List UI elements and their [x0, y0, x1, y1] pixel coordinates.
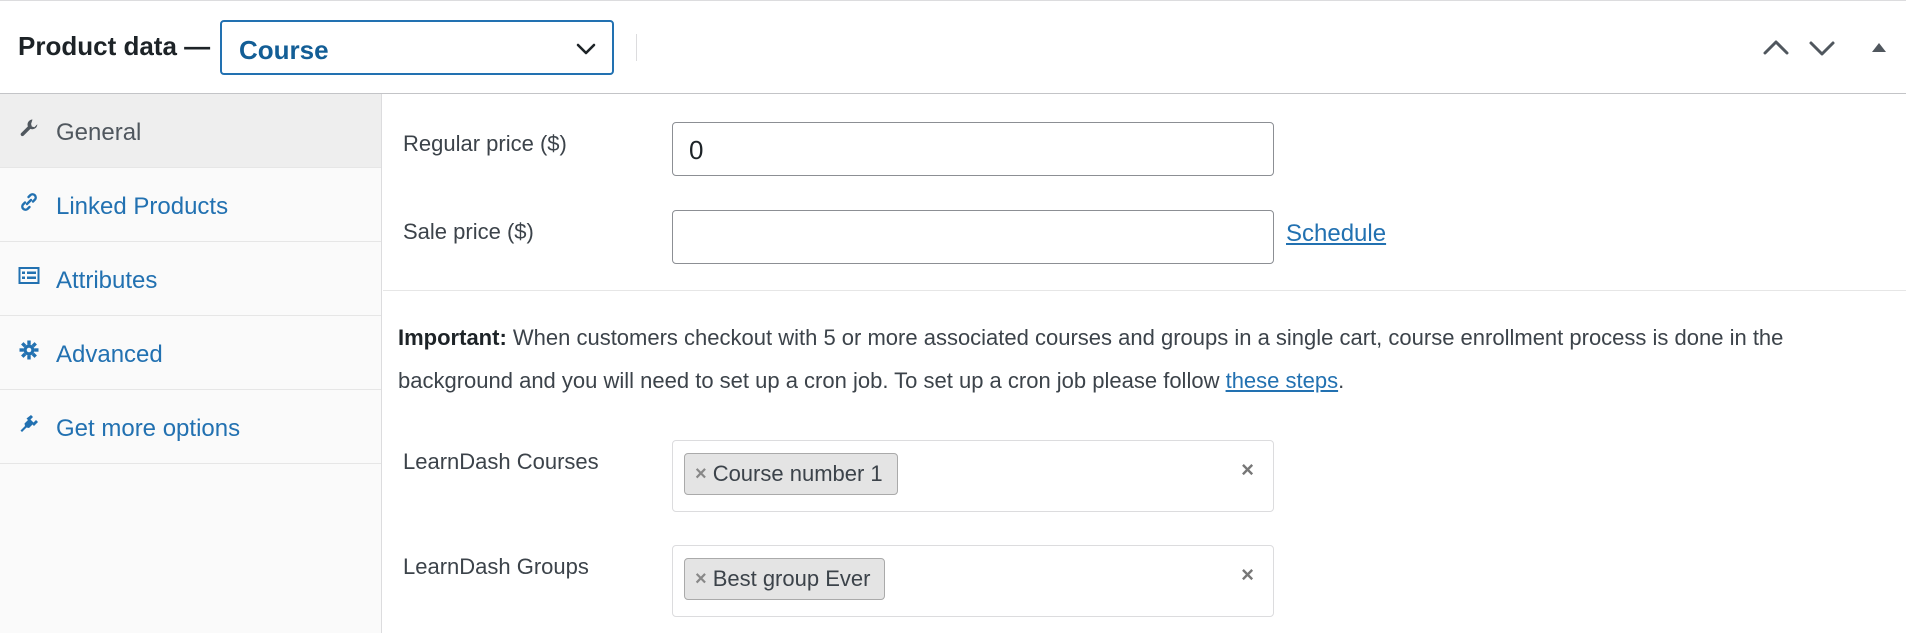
move-down-button[interactable] [1805, 31, 1839, 65]
plugin-icon [18, 413, 40, 435]
tab-label: Linked Products [56, 193, 229, 220]
list-view-icon [18, 265, 40, 287]
cron-notice: Important: When customers checkout with … [398, 316, 1888, 402]
toggle-panel-button[interactable] [1862, 31, 1896, 65]
tab-attributes[interactable]: Attributes [0, 242, 381, 316]
selected-group-chip: × Best group Ever [684, 558, 886, 600]
general-tab-panel: Regular price ($) 0 Sale price ($) Sched… [383, 94, 1906, 633]
panel-header: Product data — Course [0, 1, 1906, 94]
notice-text: When customers checkout with 5 or more a… [398, 325, 1784, 393]
chevron-up-icon [1763, 40, 1789, 55]
sale-price-input[interactable] [672, 210, 1274, 264]
tab-general[interactable]: General [0, 94, 381, 168]
tab-advanced[interactable]: Advanced [0, 316, 381, 390]
remove-chip-icon[interactable]: × [695, 568, 707, 591]
these-steps-link[interactable]: these steps [1226, 368, 1339, 393]
triangle-up-icon [1872, 43, 1886, 52]
tab-get-more-options[interactable]: Get more options [0, 390, 381, 464]
wrench-icon [18, 117, 40, 139]
learndash-groups-label: LearnDash Groups [403, 554, 589, 579]
link-icon [18, 191, 40, 213]
gear-icon [18, 339, 40, 361]
regular-price-input[interactable]: 0 [672, 122, 1274, 176]
learndash-groups-select[interactable]: × Best group Ever × [672, 545, 1274, 617]
tab-label: Advanced [56, 341, 163, 368]
schedule-link[interactable]: Schedule [1286, 220, 1386, 248]
header-separator [636, 34, 637, 61]
regular-price-label: Regular price ($) [403, 131, 567, 156]
notice-strong: Important: [398, 325, 507, 350]
chip-label: Best group Ever [712, 566, 871, 591]
clear-selection-icon[interactable]: × [1241, 457, 1254, 483]
chevron-down-icon [1809, 41, 1835, 56]
learndash-courses-select[interactable]: × Course number 1 × [672, 440, 1274, 512]
chevron-down-icon [574, 38, 598, 60]
product-type-value: Course [239, 35, 329, 65]
panel-title: Product data — [18, 31, 211, 61]
notice-end: . [1338, 368, 1345, 393]
section-divider [383, 290, 1906, 291]
tab-label: General [56, 119, 142, 146]
clear-selection-icon[interactable]: × [1241, 562, 1254, 588]
learndash-courses-label: LearnDash Courses [403, 449, 599, 474]
chip-label: Course number 1 [712, 461, 883, 486]
remove-chip-icon[interactable]: × [695, 463, 707, 486]
product-type-select[interactable]: Course [220, 20, 614, 75]
selected-course-chip: × Course number 1 [684, 453, 898, 495]
sale-price-label: Sale price ($) [403, 219, 534, 244]
tab-linked-products[interactable]: Linked Products [0, 168, 381, 242]
tab-label: Get more options [56, 415, 241, 442]
product-data-tabs: General Linked Products Attributes Advan… [0, 94, 382, 633]
product-data-panel: Product data — Course General Linked Pro… [0, 0, 1906, 633]
move-up-button[interactable] [1759, 31, 1793, 65]
tab-label: Attributes [56, 267, 158, 294]
